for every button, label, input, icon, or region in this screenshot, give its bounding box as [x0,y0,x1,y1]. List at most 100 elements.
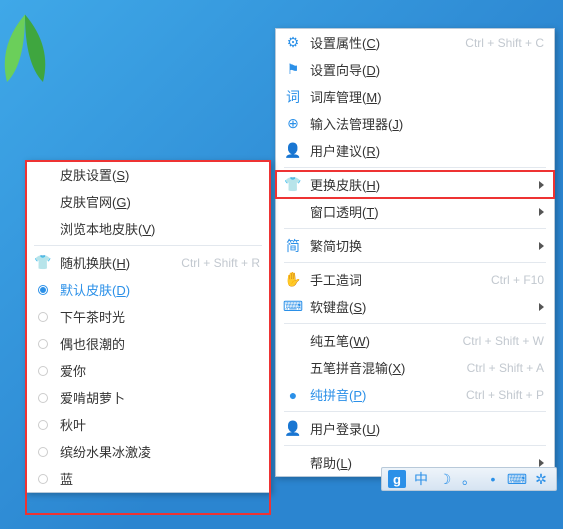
menu-item[interactable]: 秋叶 [26,411,270,438]
menu-item-label: 皮肤设置(S) [60,165,260,184]
menu-item[interactable]: 👕 随机换肤(H) Ctrl + Shift + R [26,249,270,276]
menu-item[interactable]: ✋ 手工造词 Ctrl + F10 [276,266,554,293]
hand-icon: ✋ [284,271,302,289]
radio-icon [34,308,52,326]
spacer [284,203,302,221]
moon-icon[interactable]: ☽ [436,470,454,488]
menu-item-shortcut: Ctrl + Shift + C [465,36,544,50]
simplified-icon: 简 [284,237,302,255]
menu-item[interactable]: ⌨软键盘(S) [276,293,554,320]
flag-icon: ⚑ [284,61,302,79]
spacer [34,166,52,184]
menu-item[interactable]: 默认皮肤(D) [26,276,270,303]
menu-item-label: 窗口透明(T) [310,202,521,221]
spacer [284,332,302,350]
punct-icon[interactable]: 。 [460,470,478,488]
keyboard-icon[interactable]: ⌨ [508,470,526,488]
menu-item-label: 繁简切换 [310,236,521,255]
menu-item[interactable]: 皮肤官网(G) [26,188,270,215]
menu-item-label: 五笔拼音混输(X) [310,358,447,377]
menu-item-label: 下午茶时光 [60,307,260,326]
radio-icon [34,416,52,434]
menu-separator [284,228,546,229]
menu-item-label: 设置属性(C) [310,33,445,52]
menu-item-label: 输入法管理器(J) [310,114,544,133]
dict-icon: 词 [284,88,302,106]
ime-taskbar: g中 ☽ 。 • ⌨ ✲ [381,467,557,491]
menu-item-label: 默认皮肤(D) [60,280,260,299]
menu-item-label: 秋叶 [60,415,260,434]
menu-item[interactable]: 👤 用户建议(R) [276,137,554,164]
user-icon: 👤 [284,420,302,438]
menu-item[interactable]: ●纯拼音(P)Ctrl + Shift + P [276,381,554,408]
menu-item-label: 爱你 [60,361,260,380]
ime-mode[interactable]: 中 [412,470,430,488]
menu-item[interactable]: 皮肤设置(S) [26,161,270,188]
menu-item-label: 蓝 [60,469,260,488]
submenu-arrow-icon [539,459,544,467]
g-logo[interactable]: g [388,470,406,488]
radio-icon [34,443,52,461]
spacer [284,454,302,472]
menu-item-shortcut: Ctrl + Shift + W [463,334,544,348]
menu-item[interactable]: 浏览本地皮肤(V) [26,215,270,242]
user-icon: 👤 [284,142,302,160]
menu-item[interactable]: 👤 用户登录(U) [276,415,554,442]
keyboard-icon: ⌨ [284,298,302,316]
menu-separator [284,411,546,412]
menu-item[interactable]: 五笔拼音混输(X) Ctrl + Shift + A [276,354,554,381]
radio-icon [34,470,52,488]
skin-icon: 👕 [34,254,52,272]
menu-separator [284,445,546,446]
menu-item[interactable]: 窗口透明(T) [276,198,554,225]
submenu-arrow-icon [539,208,544,216]
menu-separator [284,262,546,263]
menu-item[interactable]: 爱你 [26,357,270,384]
radio-icon [34,362,52,380]
menu-item-shortcut: Ctrl + Shift + A [467,361,544,375]
menu-item-label: 偶也很潮的 [60,334,260,353]
menu-item-label: 浏览本地皮肤(V) [60,219,260,238]
menu-item-label: 词库管理(M) [310,87,544,106]
desktop-decoration-leaf [0,10,70,100]
menu-item[interactable]: 偶也很潮的 [26,330,270,357]
menu-item-shortcut: Ctrl + Shift + R [181,256,260,270]
submenu-arrow-icon [539,242,544,250]
skin-submenu: 皮肤设置(S) 皮肤官网(G) 浏览本地皮肤(V) 👕 随机换肤(H) Ctrl + Sh… [25,160,271,493]
menu-item-label: 设置向导(D) [310,60,544,79]
radio-icon [34,281,52,299]
ime-context-menu: ⚙ 设置属性(C) Ctrl + Shift + C ⚑ 设置向导(D) 词词库管理(M)… [275,28,555,477]
menu-item[interactable]: 蓝 [26,465,270,492]
radio-icon [34,335,52,353]
menu-item[interactable]: 👕更换皮肤(H) [276,171,554,198]
menu-item-shortcut: Ctrl + F10 [491,273,544,287]
menu-item-label: 纯五笔(W) [310,331,443,350]
menu-item-label: 随机换肤(H) [60,253,161,272]
menu-item-label: 爱啃胡萝卜 [60,388,260,407]
settings-icon[interactable]: ✲ [532,470,550,488]
globe-icon: ⊕ [284,115,302,133]
menu-item-label: 皮肤官网(G) [60,192,260,211]
menu-item-label: 用户建议(R) [310,141,544,160]
menu-item[interactable]: ⚙ 设置属性(C) Ctrl + Shift + C [276,29,554,56]
menu-item-label: 用户登录(U) [310,419,544,438]
menu-item[interactable]: 纯五笔(W) Ctrl + Shift + W [276,327,554,354]
menu-separator [34,245,262,246]
spacer [34,193,52,211]
menu-item[interactable]: 词词库管理(M) [276,83,554,110]
dot-icon: ● [284,386,302,404]
menu-item[interactable]: 简繁简切换 [276,232,554,259]
gear-icon: ⚙ [284,34,302,52]
menu-item[interactable]: 爱啃胡萝卜 [26,384,270,411]
menu-separator [284,323,546,324]
menu-item[interactable]: 下午茶时光 [26,303,270,330]
spacer [34,220,52,238]
menu-separator [284,167,546,168]
menu-item[interactable]: 缤纷水果冰激凌 [26,438,270,465]
submenu-arrow-icon [539,303,544,311]
user-icon[interactable]: • [484,470,502,488]
menu-item[interactable]: ⊕ 输入法管理器(J) [276,110,554,137]
menu-item-label: 手工造词 [310,270,471,289]
menu-item[interactable]: ⚑ 设置向导(D) [276,56,554,83]
radio-icon [34,389,52,407]
